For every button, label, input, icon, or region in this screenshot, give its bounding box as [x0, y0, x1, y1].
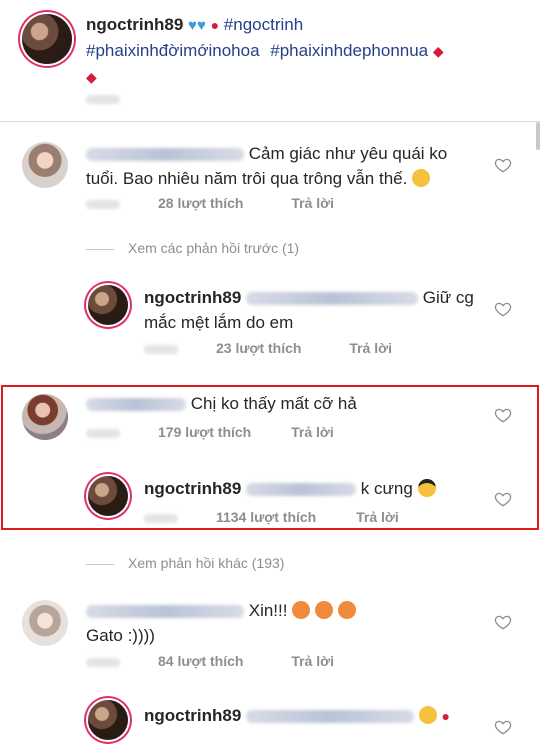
reply-button[interactable]: Trả lời — [356, 509, 399, 525]
dancer-icon: ◆ — [432, 43, 444, 59]
grinning-face-icon — [292, 601, 311, 619]
comment-meta: 84 lượt thích Trả lời — [86, 653, 334, 669]
heart-eyes-face-icon — [418, 706, 437, 724]
grinning-face-icon — [314, 601, 333, 619]
likes-count[interactable]: 84 lượt thích — [158, 653, 243, 669]
reply-button[interactable]: Trả lời — [291, 424, 334, 440]
like-heart-icon[interactable] — [494, 300, 512, 318]
likes-count[interactable]: 23 lượt thích — [216, 340, 301, 356]
reply-text: ngoctrinh89 k cưng — [144, 476, 484, 501]
likes-count[interactable]: 1134 lượt thích — [216, 509, 316, 525]
like-heart-icon[interactable] — [494, 718, 512, 736]
comment-text: Xin!!! Gato :)))) — [86, 598, 476, 648]
comment-line: Chị ko thấy mất cỡ hả — [190, 394, 357, 413]
kiss-icon: ● — [210, 17, 220, 33]
blurred-username — [86, 605, 244, 619]
kiss-icon: ● — [441, 708, 450, 724]
like-heart-icon[interactable] — [494, 156, 512, 174]
reply-line-1: Giữ cg — [422, 288, 474, 307]
reply-text: ngoctrinh89 Giữ cg mắc mệt lắm do em — [144, 285, 484, 335]
like-heart-icon[interactable] — [494, 613, 512, 631]
comment-line-1: Cảm giác như yêu quái ko — [248, 144, 448, 163]
like-heart-icon[interactable] — [494, 490, 512, 508]
comment-avatar[interactable] — [22, 394, 68, 440]
reply-text: ngoctrinh89 ● — [144, 703, 484, 729]
caption-avatar[interactable] — [22, 14, 72, 64]
blurred-mention — [246, 483, 357, 497]
caption-time — [86, 90, 158, 106]
hashtag-ngoctrinh[interactable]: #ngoctrinh — [224, 15, 303, 34]
likes-count[interactable]: 179 lượt thích — [158, 424, 251, 440]
comment-meta: 28 lượt thích Trả lời — [86, 195, 334, 211]
reply-avatar[interactable] — [88, 700, 128, 740]
hashtag-phaixinh[interactable]: #phaixinhđờimớinohoa — [86, 41, 260, 60]
blue-heart-icon: ♥♥ — [188, 17, 206, 34]
reply-line: k cưng — [360, 479, 413, 498]
blurred-username — [86, 148, 244, 162]
reply-button[interactable]: Trả lời — [291, 195, 334, 211]
reply-meta: 23 lượt thích Trả lời — [144, 340, 392, 356]
reply-username[interactable]: ngoctrinh89 — [144, 706, 241, 725]
caption-username[interactable]: ngoctrinh89 — [86, 15, 183, 34]
blurred-username — [86, 398, 186, 412]
comment-avatar[interactable] — [22, 600, 68, 646]
blurred-mention — [246, 710, 415, 724]
reply-username[interactable]: ngoctrinh89 — [144, 288, 241, 307]
scrollbar[interactable] — [536, 122, 540, 150]
likes-count[interactable]: 28 lượt thích — [158, 195, 243, 211]
blurred-mention — [246, 292, 419, 306]
comment-avatar[interactable] — [22, 142, 68, 188]
grinning-face-icon — [337, 601, 356, 619]
comment-meta: 179 lượt thích Trả lời — [86, 424, 334, 440]
thinking-face-icon — [412, 169, 431, 187]
comment-line-2: Gato :)))) — [86, 626, 155, 645]
reply-avatar[interactable] — [88, 476, 128, 516]
view-previous-replies[interactable]: Xem các phản hồi trước (1) — [86, 240, 299, 256]
comment-line-1: Xin!!! — [248, 601, 288, 620]
reply-meta: 1134 lượt thích Trả lời — [144, 509, 399, 525]
reply-line-2: mắc mệt lắm do em — [144, 313, 294, 332]
reply-button[interactable]: Trả lời — [349, 340, 392, 356]
comment-line-2: tuổi. Bao nhiêu năm trôi qua trông vẫn t… — [86, 169, 408, 188]
sunglasses-face-icon — [417, 479, 436, 497]
view-more-replies[interactable]: Xem phản hồi khác (193) — [86, 555, 284, 571]
caption-divider — [0, 121, 540, 122]
reply-username[interactable]: ngoctrinh89 — [144, 479, 241, 498]
hashtag-phaixinhdep[interactable]: #phaixinhdephonnua — [270, 41, 428, 60]
reply-avatar[interactable] — [88, 285, 128, 325]
comment-text: Chị ko thấy mất cỡ hả — [86, 391, 476, 416]
like-heart-icon[interactable] — [494, 406, 512, 424]
post-caption: ngoctrinh89 ♥♥ ● #ngoctrinh #phaixinhđời… — [0, 0, 540, 121]
dancer-icon-2: ◆ — [86, 69, 97, 85]
comment-text: Cảm giác như yêu quái ko tuổi. Bao nhiêu… — [86, 141, 476, 191]
reply-button[interactable]: Trả lời — [291, 653, 334, 669]
